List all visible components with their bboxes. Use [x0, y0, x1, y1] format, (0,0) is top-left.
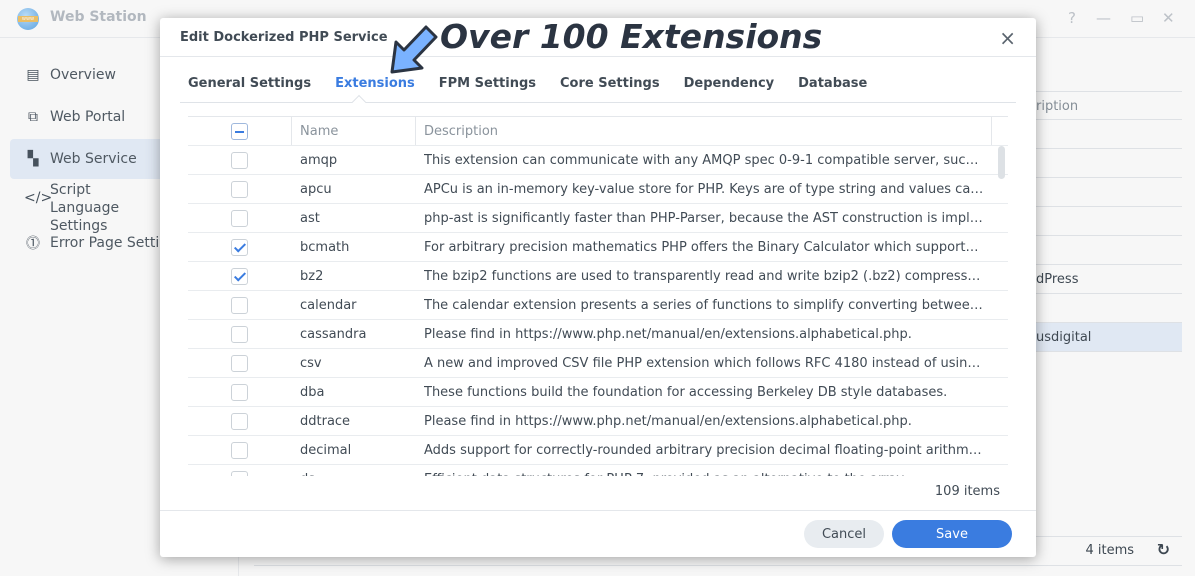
checkbox-cell — [188, 320, 292, 348]
checkbox-cell — [188, 175, 292, 203]
checkbox-cell — [188, 146, 292, 174]
extension-checkbox[interactable] — [231, 441, 248, 459]
extension-checkbox[interactable] — [231, 383, 248, 401]
annotation-text: Over 100 Extensions — [440, 17, 823, 56]
divider — [160, 56, 1036, 57]
tab-extensions[interactable]: Extensions — [335, 76, 415, 91]
tab-fpm-settings[interactable]: FPM Settings — [439, 76, 536, 91]
extension-description: Efficient data structures for PHP 7, pro… — [416, 465, 1008, 477]
tab-general-settings[interactable]: General Settings — [188, 76, 311, 91]
description-text: These functions build the foundation for… — [424, 384, 948, 400]
tab-database[interactable]: Database — [798, 76, 867, 91]
extension-name: bz2 — [300, 268, 324, 284]
extension-name: ast — [300, 210, 320, 226]
checkbox-cell — [188, 407, 292, 435]
extension-checkbox[interactable] — [231, 267, 248, 285]
checkbox-cell — [188, 262, 292, 290]
checkbox-cell — [188, 291, 292, 319]
extension-name: amqp — [300, 152, 338, 168]
extension-description: For arbitrary precision mathematics PHP … — [416, 233, 1008, 261]
extension-name: bcmath — [300, 239, 350, 255]
column-header-description[interactable]: Description — [416, 117, 992, 145]
description-text: Adds support for correctly-rounded arbit… — [424, 442, 984, 458]
checkbox-cell — [188, 349, 292, 377]
cancel-button[interactable]: Cancel — [804, 520, 884, 548]
table-header: Name Description — [188, 117, 1008, 146]
checkbox-cell — [188, 436, 292, 464]
table-row[interactable]: decimal Adds support for correctly-round… — [188, 436, 1008, 465]
extension-description: Please find in https://www.php.net/manua… — [416, 320, 1008, 348]
description-text: A new and improved CSV file PHP extensio… — [424, 355, 984, 371]
description-text: Please find in https://www.php.net/manua… — [424, 413, 912, 429]
extension-description: The bzip2 functions are used to transpar… — [416, 262, 1008, 290]
tab-dependency[interactable]: Dependency — [684, 76, 775, 91]
table-row[interactable]: dba These functions build the foundation… — [188, 378, 1008, 407]
extension-checkbox[interactable] — [231, 151, 248, 169]
extension-checkbox[interactable] — [231, 209, 248, 227]
description-text: APCu is an in-memory key-value store for… — [424, 181, 984, 197]
checkbox-cell — [188, 378, 292, 406]
tab-core-settings[interactable]: Core Settings — [560, 76, 660, 91]
close-icon[interactable]: × — [999, 26, 1016, 50]
extension-description: Adds support for correctly-rounded arbit… — [416, 436, 1008, 464]
extension-name: ds — [292, 465, 416, 477]
table-row[interactable]: csv A new and improved CSV file PHP exte… — [188, 349, 1008, 378]
select-all-checkbox[interactable] — [231, 122, 248, 140]
extension-checkbox[interactable] — [231, 180, 248, 198]
checkbox-cell — [188, 204, 292, 232]
active-tab-indicator — [351, 94, 367, 110]
extension-description: A new and improved CSV file PHP extensio… — [416, 349, 1008, 377]
table-row[interactable]: apcu APCu is an in-memory key-value stor… — [188, 175, 1008, 204]
table-row[interactable]: bcmath For arbitrary precision mathemati… — [188, 233, 1008, 262]
dialog-title: Edit Dockerized PHP Service — [180, 30, 388, 45]
extension-name: cassandra — [300, 326, 367, 342]
description-text: Efficient data structures for PHP 7, pro… — [424, 472, 904, 477]
extension-description: APCu is an in-memory key-value store for… — [416, 175, 1008, 203]
extension-name: dba — [300, 384, 325, 400]
divider — [160, 510, 1036, 511]
extension-name: apcu — [300, 181, 332, 197]
description-text: For arbitrary precision mathematics PHP … — [424, 239, 984, 255]
scrollbar[interactable] — [998, 146, 1005, 179]
table-row[interactable]: ast php-ast is significantly faster than… — [188, 204, 1008, 233]
table-row[interactable]: cassandra Please find in https://www.php… — [188, 320, 1008, 349]
extension-name: calendar — [300, 297, 357, 313]
arrow-annotation-icon — [390, 25, 438, 74]
table-row[interactable]: ddtrace Please find in https://www.php.n… — [188, 407, 1008, 436]
extension-checkbox[interactable] — [231, 238, 248, 256]
extension-checkbox[interactable] — [231, 325, 248, 343]
extension-description: This extension can communicate with any … — [416, 146, 1008, 174]
description-text: This extension can communicate with any … — [424, 152, 984, 168]
edit-php-service-dialog: Edit Dockerized PHP Service × General Se… — [160, 18, 1036, 557]
extension-description: php-ast is significantly faster than PHP… — [416, 204, 1008, 232]
extension-description: Please find in https://www.php.net/manua… — [416, 407, 1008, 435]
extension-checkbox[interactable] — [231, 354, 248, 372]
extension-checkbox[interactable] — [231, 470, 248, 476]
table-row[interactable]: bz2 The bzip2 functions are used to tran… — [188, 262, 1008, 291]
extension-description: The calendar extension presents a series… — [416, 291, 1008, 319]
checkbox-cell — [188, 233, 292, 261]
column-header-name[interactable]: Name — [292, 117, 416, 145]
extension-checkbox[interactable] — [231, 296, 248, 314]
extension-name: ddtrace — [300, 413, 351, 429]
table-row[interactable]: amqp This extension can communicate with… — [188, 146, 1008, 175]
description-text: The calendar extension presents a series… — [424, 297, 984, 313]
extension-description: These functions build the foundation for… — [416, 378, 1008, 406]
extensions-table: Name Description amqp This extension can… — [188, 116, 1008, 476]
save-button[interactable]: Save — [892, 520, 1012, 548]
extension-checkbox[interactable] — [231, 412, 248, 430]
extension-name: csv — [300, 355, 322, 371]
items-count: 109 items — [934, 484, 1000, 499]
checkbox-cell — [188, 465, 292, 476]
table-row[interactable]: ds Efficient data structures for PHP 7, … — [188, 465, 1008, 476]
description-text: The bzip2 functions are used to transpar… — [424, 268, 984, 284]
description-text: php-ast is significantly faster than PHP… — [424, 210, 984, 226]
tab-underline — [180, 102, 1016, 103]
table-row[interactable]: calendar The calendar extension presents… — [188, 291, 1008, 320]
tab-bar: General Settings Extensions FPM Settings… — [188, 76, 867, 91]
extension-name: decimal — [300, 442, 352, 458]
description-text: Please find in https://www.php.net/manua… — [424, 326, 912, 342]
